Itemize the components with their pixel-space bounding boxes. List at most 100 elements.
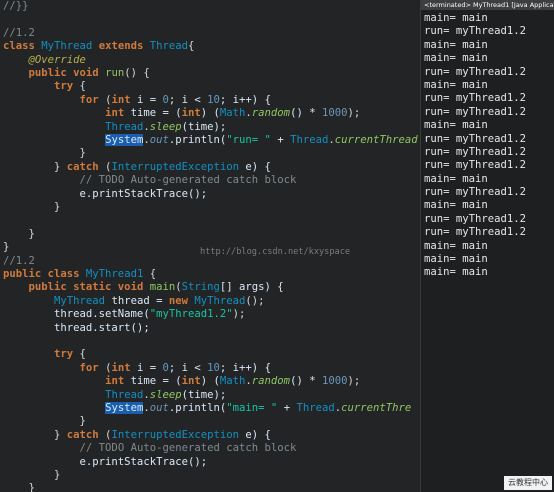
console-line: run= myThread1.2 <box>424 132 527 145</box>
code-token: thread.setName( <box>3 308 150 321</box>
code-line: } catch (InterruptedException e) { <box>3 161 271 174</box>
code-token: MyThread <box>194 294 246 307</box>
code-token: Thread <box>296 402 335 414</box>
code-token: ; i++) { <box>219 93 271 106</box>
code-token: Math <box>219 107 246 120</box>
code-token: } <box>3 241 10 254</box>
code-token: out <box>149 402 169 414</box>
code-token: { <box>188 40 195 53</box>
code-line: class MyThread extends Thread{ <box>3 40 194 53</box>
code-line: } <box>3 482 35 492</box>
code-token: int <box>111 361 131 374</box>
code-token: ; i++) { <box>219 361 271 374</box>
console-line: main= main <box>424 38 488 51</box>
code-token: for <box>79 93 99 106</box>
code-token: random <box>251 107 291 120</box>
code-token: ); <box>232 308 246 321</box>
code-token: + <box>277 402 297 414</box>
code-token: new <box>168 294 195 307</box>
code-token: (); <box>245 294 265 307</box>
console-line: run= myThread1.2 <box>424 65 527 78</box>
code-line: int time = (int) (Math.random() * 1000); <box>3 375 360 388</box>
code-token: ; i < <box>168 93 208 106</box>
code-line: } <box>3 147 86 160</box>
code-token: out <box>149 134 169 146</box>
code-token: } <box>3 469 61 481</box>
code-token: "myThread1.2" <box>149 308 233 321</box>
code-token: catch <box>66 428 99 441</box>
code-token: 10 <box>207 93 220 106</box>
code-line: thread.setName("myThread1.2"); <box>3 308 245 321</box>
console-line: main= main <box>424 239 488 252</box>
code-token: ) ( <box>200 107 220 120</box>
code-token: ( <box>98 93 112 106</box>
code-token: public static void <box>28 281 150 294</box>
code-token: () * <box>290 107 322 120</box>
console-line: main= main <box>424 172 488 185</box>
code-token: i = <box>130 93 163 106</box>
code-line: Thread.sleep(time); <box>3 389 226 402</box>
code-line: for (int i = 0; i < 10; i++) { <box>3 362 271 375</box>
code-token: int <box>111 93 131 106</box>
code-editor[interactable]: //}}//1.2 class MyThread extends Thread{ … <box>0 0 420 492</box>
code-token: class <box>3 40 42 53</box>
code-token: Thread <box>105 388 144 401</box>
console-header: <terminated> MyThread1 [Java Application… <box>421 0 554 10</box>
code-line: Thread.sleep(time); <box>3 121 226 134</box>
console-line: run= myThread1.2 <box>424 226 527 239</box>
code-token: "main= " <box>226 402 278 414</box>
site-logo: 云教程中心 <box>504 476 552 490</box>
console-line: main= main <box>424 266 488 279</box>
code-token: "run= " <box>226 134 271 146</box>
code-line: public class MyThread1 { <box>3 268 156 281</box>
code-token: //}} <box>3 0 29 12</box>
code-token: MyThread1 <box>85 268 144 280</box>
code-token: // TODO Auto-generated catch block <box>79 174 297 187</box>
code-line: e.printStackTrace(); <box>3 456 208 469</box>
console-line: main= main <box>424 78 488 91</box>
code-line: int time = (int) (Math.random() * 1000); <box>3 107 360 120</box>
code-token: (time); <box>181 388 227 401</box>
code-token: 10 <box>207 361 220 374</box>
code-token: } <box>3 428 67 441</box>
code-token: // TODO Auto-generated catch block <box>79 442 297 455</box>
code-token: System <box>105 134 144 146</box>
code-token: try <box>54 348 74 361</box>
code-token: 1000 <box>321 375 348 388</box>
code-token: + <box>270 134 291 146</box>
code-token: run <box>105 67 125 79</box>
code-token: { <box>143 268 157 280</box>
console-line: run= myThread1.2 <box>424 105 527 118</box>
console-view[interactable]: <terminated> MyThread1 [Java Application… <box>420 0 554 492</box>
code-line: System.out.println("run= " + Thread.curr… <box>3 134 418 147</box>
code-token: ( <box>98 428 112 441</box>
code-token: Thread <box>149 40 189 53</box>
code-token: (time); <box>181 120 227 133</box>
code-token: Thread <box>105 120 144 133</box>
code-token: System <box>105 402 144 414</box>
code-line: //1.2 <box>3 255 35 268</box>
code-token: [] args) { <box>219 281 284 294</box>
code-token: for <box>79 361 99 374</box>
code-token: .println( <box>168 134 227 146</box>
console-line: main= main <box>424 12 488 24</box>
code-token: } <box>3 147 86 160</box>
console-line: run= myThread1.2 <box>424 159 527 172</box>
code-line: //1.2 <box>3 27 35 40</box>
code-token: sleep <box>149 120 182 133</box>
code-token: e.printStackTrace(); <box>3 187 208 200</box>
code-token: catch <box>66 160 99 173</box>
code-token: @Override <box>28 53 86 66</box>
code-token: ; i < <box>168 361 208 374</box>
code-token: extends <box>98 40 144 53</box>
